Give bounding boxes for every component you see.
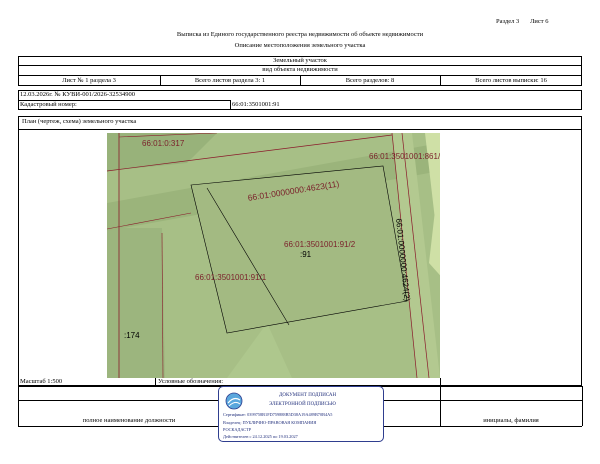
cadastral-value: 66:01:3501001:91	[232, 101, 280, 108]
stamp-validity: Действителен с 24.12.2025 по 19.03.2027	[223, 434, 298, 439]
legend-label: Условные обозначения:	[158, 378, 224, 385]
stamp-line2: ЭЛЕКТРОННОЙ ПОДПИСЬЮ	[269, 402, 336, 407]
position-label: полное наименование должности	[82, 417, 176, 424]
map-label-parcel: 66:01:3501001:91/2	[284, 240, 356, 249]
map-label-parcel-number: :91	[300, 250, 312, 259]
map-label-top-left: 66:01:0:317	[142, 139, 185, 148]
sheet-of-section: Лист № 1 раздела 3	[62, 77, 116, 84]
object-kind-label: вид объекта недвижимости	[262, 66, 338, 73]
sheet-number: Лист 6	[530, 18, 549, 25]
map-label-bottom-left: :174	[124, 331, 140, 340]
map-label-left: 66:01:3501001:91/1	[195, 273, 267, 282]
sheets-in-section: Всего листов раздела 3: 1	[194, 77, 266, 84]
stamp-owner: Владелец: ПУБЛИЧНО-ПРАВОВАЯ КОМПАНИЯ	[223, 420, 317, 425]
stamp-line1: ДОКУМЕНТ ПОДПИСАН	[279, 393, 337, 398]
signature-stamp: ДОКУМЕНТ ПОДПИСАН ЭЛЕКТРОННОЙ ПОДПИСЬЮ С…	[218, 386, 384, 442]
map-drawing	[107, 133, 440, 378]
doc-date-number: 12.03.2026г. № КУВИ-001/2026-32534900	[20, 91, 135, 98]
object-name: Земельный участок	[273, 57, 327, 64]
scale-label: Масштаб 1:500	[20, 378, 63, 385]
sheets-total: Всего листов выписки: 16	[475, 77, 547, 84]
page-subtitle: Описание местоположения земельного участ…	[234, 42, 366, 49]
page-title: Выписка из Единого государственного реес…	[176, 31, 424, 38]
sections-total: Всего разделов: 8	[345, 77, 395, 84]
stamp-owner-2: РОСКАДАСТР	[223, 427, 252, 432]
map-label-top-right: 66:01:3501001:861/1	[369, 152, 440, 161]
cadastral-label: Кадастровый номер:	[20, 101, 77, 108]
section-number: Раздел 3	[496, 18, 520, 25]
initials-label: инициалы, фамилия	[483, 417, 539, 424]
emblem-icon	[225, 392, 243, 410]
plan-map: 66:01:0:317 66:01:3501001:861/1 66:01:00…	[107, 133, 440, 378]
plan-title: План (чертеж, схема) земельного участка	[22, 118, 137, 125]
stamp-certificate: Сертификат: 0399758B1FD759888B5D38A19A48…	[223, 412, 333, 417]
